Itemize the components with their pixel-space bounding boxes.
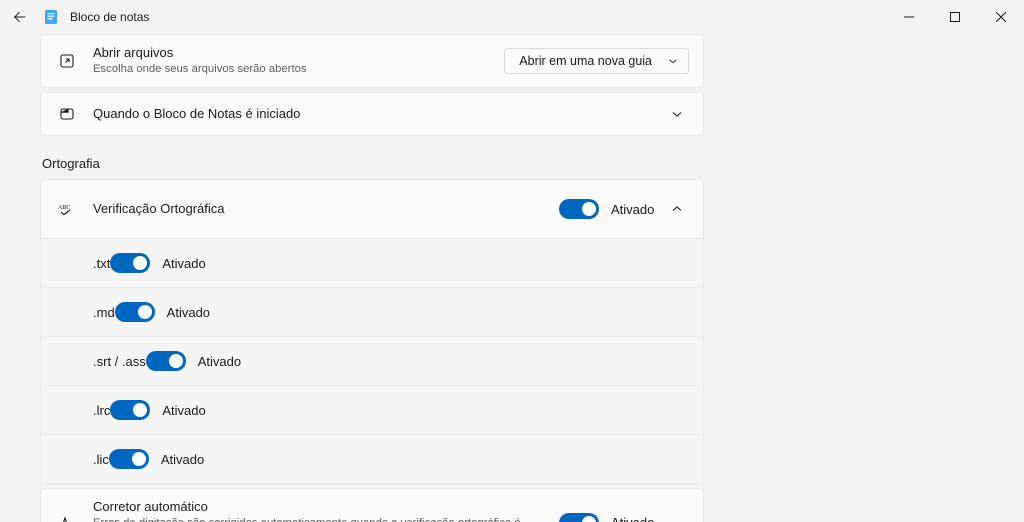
window-icon	[55, 104, 79, 124]
chevron-down-icon	[668, 56, 678, 66]
setting-subtitle: Escolha onde seus arquivos serão abertos	[93, 62, 504, 78]
autocorrect-icon	[55, 513, 79, 522]
setting-title: Quando o Bloco de Notas é iniciado	[93, 105, 659, 123]
open-files-dropdown[interactable]: Abrir em uma nova guia	[504, 48, 689, 74]
filetype-label: .md	[93, 305, 115, 320]
maximize-icon	[950, 12, 960, 22]
spell-filetype-row: .txt Ativado	[40, 239, 704, 288]
filetype-label: .lic	[93, 452, 109, 467]
autocorrect-toggle[interactable]	[559, 513, 599, 522]
close-button[interactable]	[978, 0, 1024, 34]
chevron-down-icon	[671, 108, 683, 120]
minimize-button[interactable]	[886, 0, 932, 34]
spell-filetype-row: .lrc Ativado	[40, 386, 704, 435]
dropdown-value: Abrir em uma nova guia	[519, 54, 652, 68]
chevron-up-icon	[671, 203, 683, 215]
setting-on-start[interactable]: Quando o Bloco de Notas é iniciado	[40, 92, 704, 136]
spell-filetype-row: .srt / .ass Ativado	[40, 337, 704, 386]
spellcheck-icon: ABC	[55, 199, 79, 219]
app-icon	[40, 6, 62, 28]
app-title: Bloco de notas	[70, 10, 149, 24]
section-spelling-heading: Ortografia	[42, 156, 704, 171]
toggle-state-label: Ativado	[611, 202, 659, 217]
toggle-state-label: Ativado	[198, 354, 246, 369]
filetype-toggle[interactable]	[110, 253, 150, 273]
toggle-state-label: Ativado	[167, 305, 215, 320]
spell-filetype-row: .lic Ativado	[40, 435, 704, 484]
filetype-toggle[interactable]	[110, 400, 150, 420]
setting-subtitle: Erros de digitação são corrigidos automa…	[93, 516, 559, 522]
back-arrow-icon	[13, 10, 27, 24]
setting-autocorrect[interactable]: Corretor automático Erros de digitação s…	[40, 488, 704, 522]
filetype-label: .lrc	[93, 403, 110, 418]
toggle-state-label: Ativado	[161, 452, 209, 467]
filetype-toggle[interactable]	[146, 351, 186, 371]
filetype-label: .txt	[93, 256, 110, 271]
filetype-toggle[interactable]	[109, 449, 149, 469]
close-icon	[996, 12, 1006, 22]
setting-title: Verificação Ortográfica	[93, 200, 559, 218]
open-external-icon	[55, 51, 79, 71]
minimize-icon	[904, 12, 914, 22]
setting-title: Abrir arquivos	[93, 44, 504, 62]
window-controls	[886, 0, 1024, 34]
svg-text:ABC: ABC	[58, 205, 70, 211]
setting-title: Corretor automático	[93, 498, 559, 516]
spell-filetype-row: .md Ativado	[40, 288, 704, 337]
expand-button[interactable]	[665, 102, 689, 126]
maximize-button[interactable]	[932, 0, 978, 34]
settings-content[interactable]: Abrir arquivos Escolha onde seus arquivo…	[0, 34, 1024, 522]
setting-spell-check[interactable]: ABC Verificação Ortográfica Ativado	[40, 179, 704, 239]
filetype-toggle[interactable]	[115, 302, 155, 322]
spell-check-toggle[interactable]	[559, 199, 599, 219]
toggle-state-label: Ativado	[611, 515, 659, 522]
titlebar: Bloco de notas	[0, 0, 1024, 34]
filetype-label: .srt / .ass	[93, 354, 146, 369]
back-button[interactable]	[6, 3, 34, 31]
setting-open-files[interactable]: Abrir arquivos Escolha onde seus arquivo…	[40, 34, 704, 88]
toggle-state-label: Ativado	[162, 256, 210, 271]
toggle-state-label: Ativado	[162, 403, 210, 418]
collapse-button[interactable]	[665, 197, 689, 221]
